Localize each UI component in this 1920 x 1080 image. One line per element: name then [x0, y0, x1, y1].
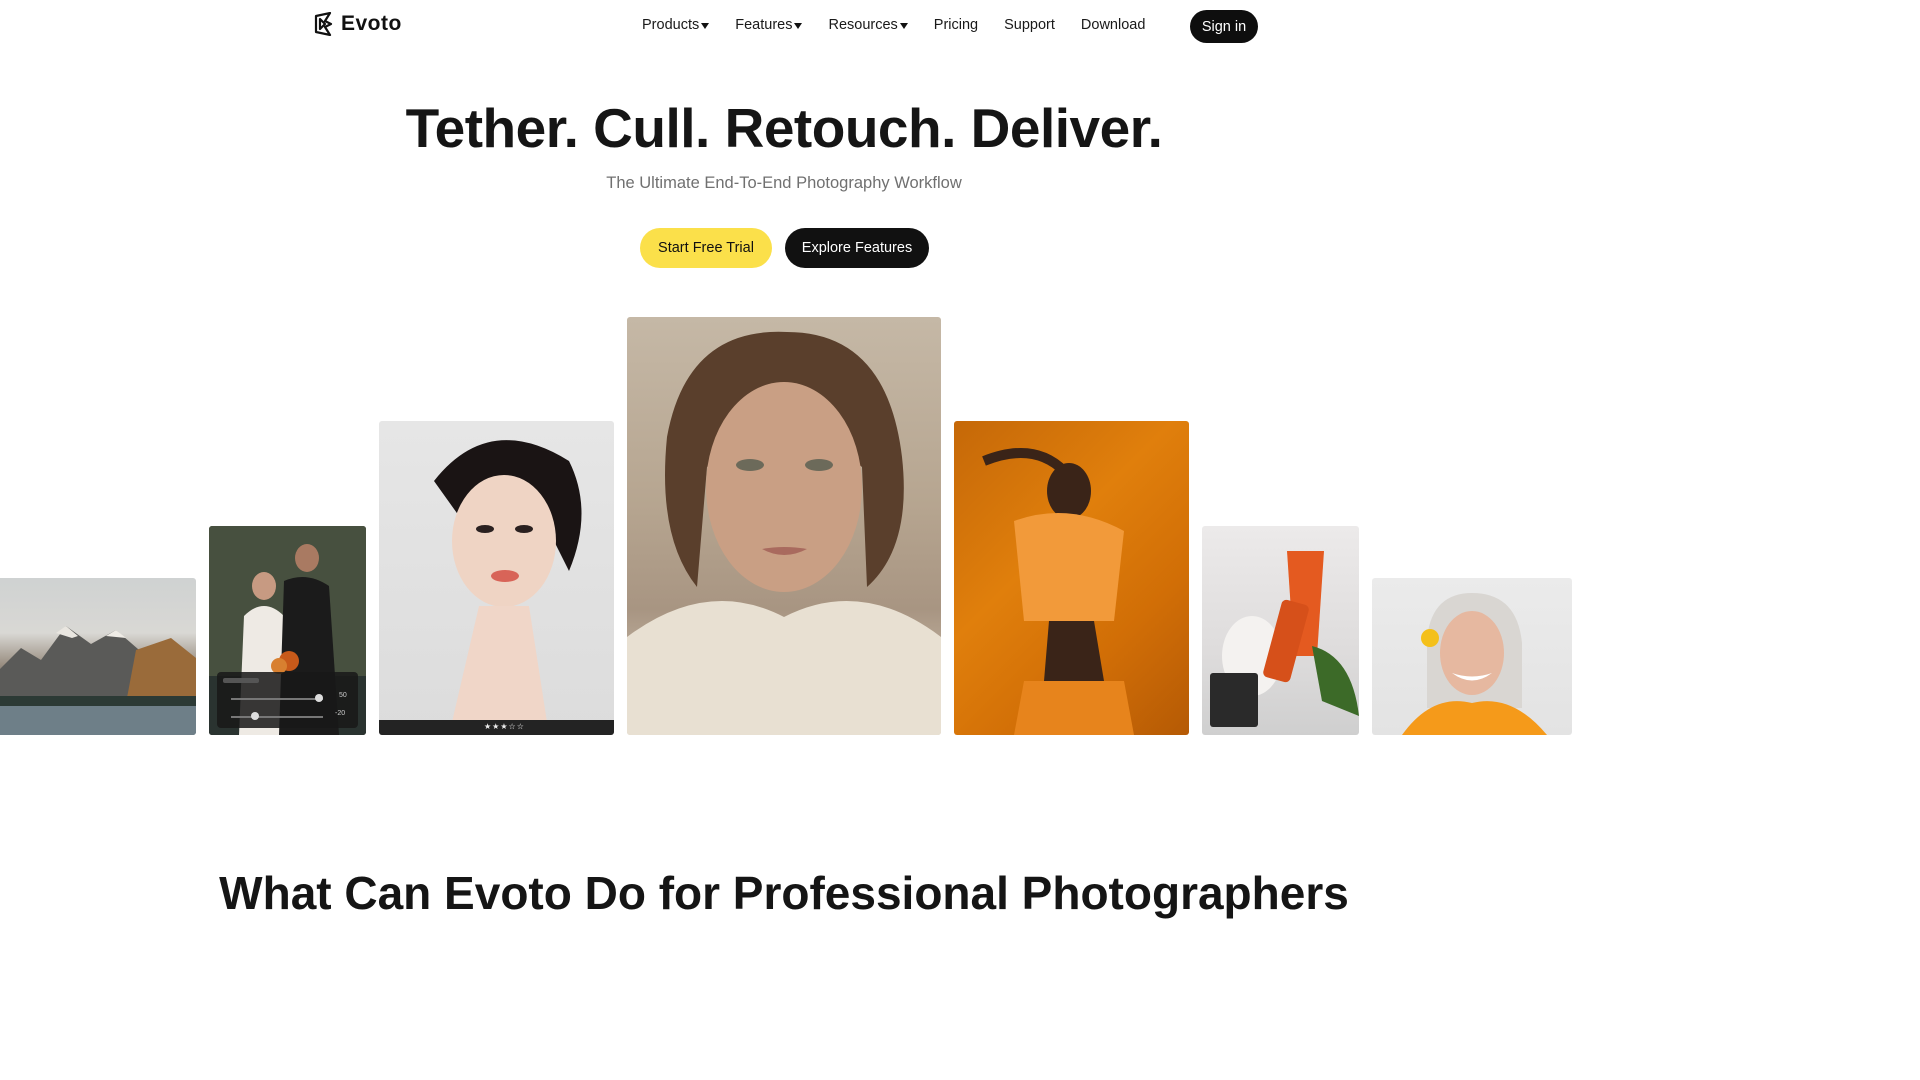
rating-stars: ★★★☆☆	[484, 722, 525, 731]
nav-item-support[interactable]: Support	[1004, 17, 1055, 33]
older-woman-portrait-photo	[1372, 578, 1572, 735]
caret-down-icon	[794, 22, 803, 29]
section-title: What Can Evoto Do for Professional Photo…	[219, 867, 1349, 919]
filmstrip-toolbar: ★★★☆☆	[379, 720, 614, 735]
slider-value: 50	[339, 692, 347, 699]
orange-fashion-photo	[954, 421, 1189, 735]
brand-name: Evoto	[341, 12, 402, 35]
nav-item-label: Products	[642, 17, 700, 33]
asian-woman-portrait-photo: ★★★☆☆	[379, 421, 614, 735]
slider-value: -20	[335, 710, 346, 717]
nav-item-products[interactable]: Products	[642, 17, 710, 33]
nav-item-label: Features	[735, 17, 793, 33]
main-nav: Products Features Resources Pricing Supp…	[642, 17, 1145, 33]
portrait-figure	[627, 331, 941, 735]
adjustment-panel: 50 -20	[217, 672, 358, 728]
mountain-lake-photo	[0, 578, 196, 735]
nav-item-label: Support	[1004, 17, 1055, 33]
nav-item-label: Resources	[828, 17, 898, 33]
brand-logo[interactable]: Evoto	[314, 12, 402, 36]
hero-title: Tether. Cull. Retouch. Deliver.	[405, 97, 1163, 159]
mini-preview-panel	[1210, 673, 1258, 727]
fashion-figure	[982, 448, 1134, 735]
sign-in-button[interactable]: Sign in	[1190, 10, 1258, 43]
caret-down-icon	[701, 22, 710, 29]
explore-features-button[interactable]: Explore Features	[785, 228, 929, 268]
portrait-figure	[1402, 593, 1547, 735]
site-header: Evoto Products Features Resources Pricin…	[0, 0, 1568, 54]
nav-item-pricing[interactable]: Pricing	[934, 17, 978, 33]
skincare-product-photo	[1202, 526, 1359, 735]
caret-down-icon	[899, 22, 908, 29]
nav-item-download[interactable]: Download	[1081, 17, 1146, 33]
slider-track	[231, 716, 323, 718]
nav-item-label: Download	[1080, 17, 1146, 33]
nav-item-features[interactable]: Features	[735, 17, 803, 33]
nav-item-label: Pricing	[933, 17, 979, 33]
wedding-couple-photo: 50 -20	[209, 526, 366, 735]
hero-subtitle: The Ultimate End-To-End Photography Work…	[606, 174, 962, 192]
portrait-figure	[434, 440, 582, 735]
evoto-logo-icon	[314, 12, 333, 36]
woman-portrait-main-photo	[627, 317, 941, 735]
slider-handle	[251, 712, 259, 720]
panel-header-bar	[223, 678, 259, 683]
slider-handle	[315, 694, 323, 702]
mountain-silhouette	[0, 626, 196, 735]
slider-track	[231, 698, 323, 700]
nav-item-resources[interactable]: Resources	[828, 17, 908, 33]
start-free-trial-button[interactable]: Start Free Trial	[640, 228, 772, 268]
